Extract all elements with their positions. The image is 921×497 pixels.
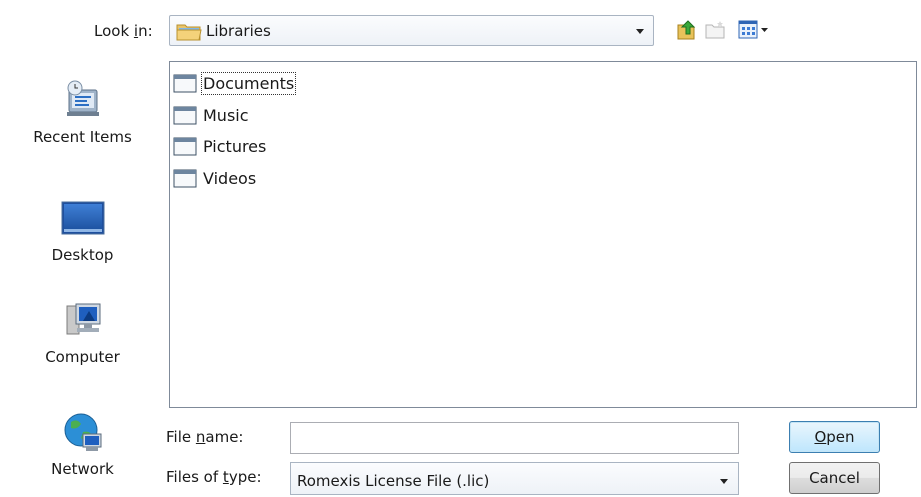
folder-icon <box>173 137 197 156</box>
file-name: Documents <box>200 71 297 95</box>
look-in-label: Look in: <box>94 22 153 40</box>
look-in-combobox[interactable]: Libraries <box>169 15 654 46</box>
desktop-label: Desktop <box>51 246 114 264</box>
places-desktop[interactable]: Desktop <box>20 196 145 264</box>
chevron-down-icon[interactable] <box>636 29 644 34</box>
file-name: Pictures <box>203 136 267 156</box>
new-folder-icon <box>705 21 725 39</box>
files-of-type-combobox[interactable]: Romexis License File (.lic) <box>290 462 739 495</box>
desktop-icon <box>61 196 105 240</box>
recent-items-label: Recent Items <box>33 128 132 146</box>
up-one-level-icon <box>677 20 696 40</box>
places-network[interactable]: Network <box>20 410 145 478</box>
folder-icon <box>173 169 197 188</box>
list-item-videos[interactable]: Videos <box>173 165 257 191</box>
open-button[interactable]: Open <box>789 421 880 453</box>
cancel-button[interactable]: Cancel <box>789 462 880 494</box>
network-icon <box>61 410 105 454</box>
recent-items-icon <box>61 78 105 122</box>
computer-label: Computer <box>45 348 120 366</box>
folder-icon <box>173 74 197 93</box>
up-one-level-button[interactable] <box>674 18 698 42</box>
file-name: Videos <box>203 168 257 188</box>
list-item-music[interactable]: Music <box>173 102 250 128</box>
places-recent-items[interactable]: Recent Items <box>20 78 145 146</box>
file-name-label: File name: <box>166 428 244 446</box>
file-name: Music <box>203 105 249 125</box>
view-menu-button[interactable] <box>738 18 776 42</box>
files-of-type-value: Romexis License File (.lic) <box>297 472 490 490</box>
file-list[interactable]: Documents Music Pictures Videos <box>169 61 917 408</box>
look-in-value: Libraries <box>206 22 271 40</box>
view-menu-icon <box>738 20 768 39</box>
file-name-input[interactable] <box>290 422 739 454</box>
computer-icon <box>61 298 105 342</box>
libraries-folder-icon <box>176 22 202 45</box>
create-new-folder-button[interactable] <box>703 18 727 42</box>
chevron-down-icon[interactable] <box>720 479 728 484</box>
folder-icon <box>173 106 197 125</box>
files-of-type-label: Files of type: <box>166 468 262 486</box>
network-label: Network <box>51 460 114 478</box>
places-computer[interactable]: Computer <box>20 298 145 366</box>
list-item-pictures[interactable]: Pictures <box>173 133 267 159</box>
list-item-documents[interactable]: Documents <box>173 70 297 96</box>
